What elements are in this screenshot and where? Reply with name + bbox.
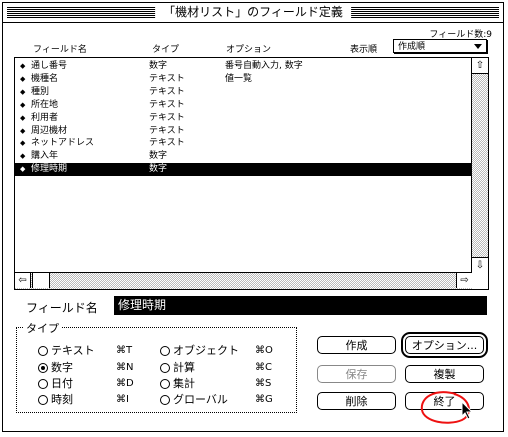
field-list: ◆ 通し番号 数字 番号自動入力, 数字 ◆ 機種名 テキスト 値一覧 ◆ 種別 テキスト ◆ 所在地テ… bbox=[14, 57, 489, 290]
create-button[interactable]: 作成 bbox=[317, 336, 396, 354]
title-bar[interactable]: 「機材リスト」のフィールド定義 bbox=[3, 3, 503, 23]
type-radio-option[interactable]: 日付 bbox=[38, 377, 73, 390]
type-radio-option[interactable]: 集計 bbox=[160, 377, 195, 390]
type-radio-option[interactable]: テキスト bbox=[38, 344, 95, 357]
radio-circle-icon[interactable] bbox=[38, 346, 48, 356]
type-group-title: タイプ bbox=[24, 320, 61, 336]
field-row-type: テキスト bbox=[149, 138, 185, 149]
field-list-row[interactable]: ◆ ネットアドレス テキスト bbox=[15, 137, 472, 150]
updown-diamond-icon[interactable]: ◆ bbox=[20, 137, 25, 150]
field-row-options: 値一覧 bbox=[225, 73, 253, 84]
delete-button[interactable]: 削除 bbox=[317, 392, 396, 410]
updown-diamond-icon[interactable]: ◆ bbox=[20, 112, 25, 125]
updown-diamond-icon[interactable]: ◆ bbox=[20, 86, 25, 99]
mouse-cursor-icon bbox=[461, 401, 474, 420]
type-radio-label: 日付 bbox=[51, 377, 73, 390]
field-name-label: フィールド名 bbox=[26, 301, 98, 315]
field-row-options: 番号自動入力, 数字 bbox=[225, 61, 303, 71]
column-header-name: フィールド名 bbox=[33, 45, 87, 55]
field-row-type: テキスト bbox=[149, 112, 185, 123]
sort-order-select[interactable]: 作成順 bbox=[393, 39, 487, 53]
sort-label: 表示順 bbox=[350, 45, 378, 55]
type-radio-label: 時刻 bbox=[51, 393, 73, 406]
field-row-name: 修理時期 bbox=[31, 164, 68, 175]
updown-diamond-icon[interactable]: ◆ bbox=[20, 60, 25, 73]
field-list-row[interactable]: ◆ 購入年 数字 bbox=[15, 150, 472, 163]
field-list-row[interactable]: ◆ 通し番号 数字 番号自動入力, 数字 bbox=[15, 60, 472, 73]
type-shortcut: ⌘O bbox=[255, 345, 273, 356]
radio-circle-icon[interactable] bbox=[38, 363, 48, 373]
field-list-row[interactable]: ◆ 所在地 テキスト bbox=[15, 99, 472, 112]
field-row-type: テキスト bbox=[149, 73, 185, 84]
field-row-type: 数字 bbox=[149, 164, 168, 175]
type-shortcut: ⌘N bbox=[116, 362, 134, 373]
type-radio-label: オブジェクト bbox=[173, 344, 239, 357]
red-circle-annotation bbox=[420, 391, 470, 424]
type-radio-label: 数字 bbox=[51, 361, 73, 374]
type-shortcut: ⌘T bbox=[116, 345, 133, 356]
radio-circle-icon[interactable] bbox=[160, 346, 170, 356]
field-row-name: ネットアドレス bbox=[31, 138, 95, 149]
type-shortcut: ⌘S bbox=[255, 378, 272, 389]
updown-diamond-icon[interactable]: ◆ bbox=[20, 73, 25, 86]
updown-diamond-icon[interactable]: ◆ bbox=[20, 150, 25, 163]
type-shortcut: ⌘I bbox=[116, 394, 129, 405]
type-radio-label: 集計 bbox=[173, 377, 195, 390]
type-shortcut: ⌘C bbox=[255, 362, 272, 373]
field-row-name: 周辺機材 bbox=[31, 125, 68, 136]
field-list-row[interactable]: ◆ 機種名 テキスト 値一覧 bbox=[15, 73, 472, 86]
field-row-type: テキスト bbox=[149, 125, 185, 136]
type-radio-label: 計算 bbox=[173, 361, 195, 374]
updown-diamond-icon[interactable]: ◆ bbox=[20, 99, 25, 112]
duplicate-button[interactable]: 複製 bbox=[405, 365, 484, 383]
options-button[interactable]: オプション... bbox=[401, 332, 488, 358]
type-shortcut: ⌘D bbox=[116, 378, 134, 389]
field-row-name: 機種名 bbox=[31, 73, 59, 84]
field-row-name: 利用者 bbox=[31, 112, 59, 123]
field-row-name: 通し番号 bbox=[31, 61, 68, 71]
scroll-thumb[interactable] bbox=[32, 273, 50, 288]
chevron-down-icon bbox=[474, 44, 482, 49]
field-list-row[interactable]: ◆ 周辺機材 テキスト bbox=[15, 125, 472, 138]
type-radio-option[interactable]: 時刻 bbox=[38, 393, 73, 406]
type-radio-option[interactable]: グローバル bbox=[160, 393, 228, 406]
scroll-up-arrow-icon[interactable]: ⇧ bbox=[472, 58, 488, 74]
updown-diamond-icon[interactable]: ◆ bbox=[20, 163, 25, 176]
field-list-row[interactable]: ◆ 修理時期 数字 bbox=[15, 163, 472, 177]
type-radio-label: テキスト bbox=[51, 344, 95, 357]
updown-diamond-icon[interactable]: ◆ bbox=[20, 125, 25, 138]
field-list-row[interactable]: ◆ 種別 テキスト bbox=[15, 86, 472, 99]
field-row-type: テキスト bbox=[149, 99, 185, 110]
radio-circle-icon[interactable] bbox=[160, 395, 170, 405]
field-row-type: テキスト bbox=[149, 86, 185, 97]
sort-selected-value: 作成順 bbox=[398, 42, 426, 52]
field-row-type: 数字 bbox=[149, 61, 168, 71]
type-shortcut: ⌘G bbox=[255, 394, 273, 405]
vertical-scrollbar[interactable]: ⇧ ⇩ bbox=[471, 58, 488, 273]
window-title: 「機材リスト」のフィールド定義 bbox=[155, 4, 351, 21]
horizontal-scrollbar[interactable]: ⇦ ⇨ bbox=[15, 272, 472, 289]
scroll-left-arrow-icon[interactable]: ⇦ bbox=[15, 273, 31, 288]
field-row-name: 所在地 bbox=[31, 99, 59, 110]
field-list-row[interactable]: ◆ 利用者 テキスト bbox=[15, 112, 472, 125]
radio-circle-icon[interactable] bbox=[38, 379, 48, 389]
column-header-options: オプション bbox=[226, 45, 272, 55]
column-header-type: タイプ bbox=[152, 45, 180, 55]
scroll-down-arrow-icon[interactable]: ⇩ bbox=[472, 257, 488, 273]
radio-circle-icon[interactable] bbox=[160, 379, 170, 389]
field-name-input[interactable]: 修理時期 bbox=[114, 296, 487, 315]
radio-circle-icon[interactable] bbox=[160, 363, 170, 373]
field-row-name: 購入年 bbox=[31, 151, 59, 162]
field-row-type: 数字 bbox=[149, 151, 168, 162]
save-button[interactable]: 保存 bbox=[317, 365, 396, 383]
field-row-name: 種別 bbox=[31, 86, 50, 97]
scroll-right-arrow-icon[interactable]: ⇨ bbox=[456, 273, 472, 288]
type-radio-option[interactable]: 数字 bbox=[38, 361, 73, 374]
radio-circle-icon[interactable] bbox=[38, 395, 48, 405]
type-radio-option[interactable]: オブジェクト bbox=[160, 344, 239, 357]
type-radio-label: グローバル bbox=[173, 393, 228, 406]
type-radio-option[interactable]: 計算 bbox=[160, 361, 195, 374]
